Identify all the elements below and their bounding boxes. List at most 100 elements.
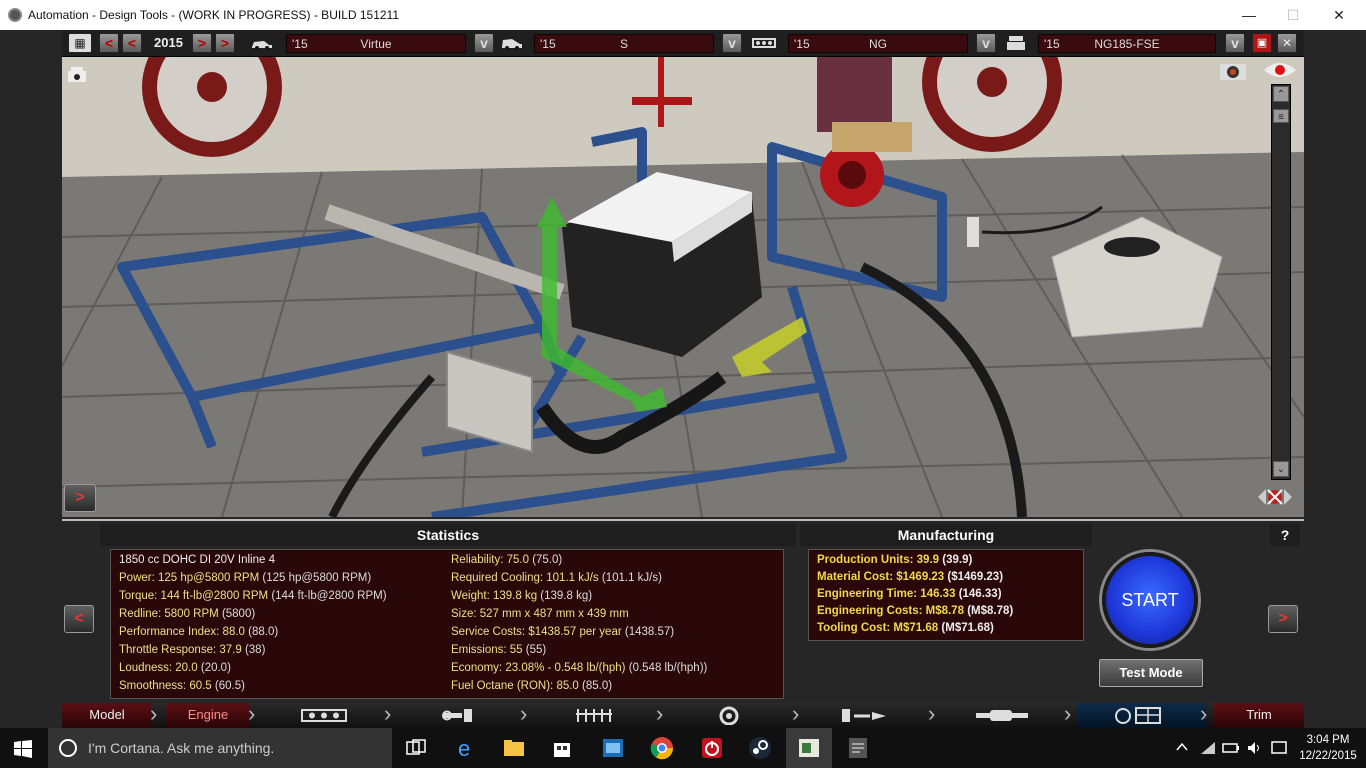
engine-description: 1850 cc DOHC DI 20V Inline 4 (119, 554, 275, 566)
tab-bottom-end-icon[interactable] (442, 707, 474, 724)
tray-expand-icon[interactable] (1176, 742, 1188, 752)
year-next-button[interactable]: > (192, 33, 212, 53)
maximize-button[interactable]: ☐ (1270, 0, 1316, 30)
scroll-down-icon[interactable]: ⌄ (1273, 461, 1289, 477)
reset-view-icon[interactable] (1256, 482, 1294, 512)
stat-row: Economy: 23.08% - 0.548 lb/(hph) (0.548 … (451, 662, 708, 674)
chevron-right-icon: › (1200, 701, 1208, 726)
stat-row: Size: 527 mm x 487 mm x 439 mm (451, 608, 629, 620)
minimize-button[interactable]: — (1226, 0, 1272, 30)
cortana-placeholder: I'm Cortana. Ask me anything. (88, 740, 275, 756)
tab-test-results[interactable] (1078, 703, 1206, 728)
expand-panel-button[interactable]: > (64, 484, 96, 512)
action-center-icon[interactable] (1270, 739, 1288, 757)
year-label: 2015 (154, 35, 183, 50)
tab-aspiration-icon[interactable] (716, 706, 742, 725)
volume-icon[interactable] (1246, 740, 1262, 756)
top-toolbar: ▦ < < 2015 > > '15 Virtue v '15 S v '15 NG … (62, 30, 1304, 57)
test-mode-button[interactable]: Test Mode (1099, 659, 1203, 687)
zoom-scrollbar[interactable]: ⌃ ≡ ⌄ (1271, 84, 1291, 480)
mfg-row: Tooling Cost: M$71.68 (M$71.68) (817, 622, 994, 634)
eye-view-icon[interactable] (1262, 60, 1298, 80)
year-next-fast-button[interactable]: > (215, 33, 235, 53)
steam-icon[interactable] (748, 736, 772, 760)
stat-row: Required Cooling: 101.1 kJ/s (101.1 kJ/s… (451, 572, 662, 584)
trim-field[interactable]: '15 S (534, 34, 714, 53)
engine-family-icon (752, 38, 776, 48)
window-title: Automation - Design Tools - (WORK IN PRO… (28, 8, 400, 22)
system-clock[interactable]: 3:04 PM 12/22/2015 (1295, 732, 1361, 764)
engine-variant-icon (1007, 36, 1025, 50)
prev-page-button[interactable]: < (64, 605, 94, 633)
stat-row: Smoothness: 60.5 (60.5) (119, 680, 245, 692)
clock-date: 12/22/2015 (1299, 750, 1357, 762)
trim-dropdown-button[interactable]: v (722, 33, 742, 53)
info-panel: Statistics Manufacturing ? < > 1850 cc D… (62, 519, 1304, 703)
windows-start-icon[interactable] (14, 740, 32, 758)
mfg-row: Engineering Time: 146.33 (146.33) (817, 588, 1002, 600)
3d-viewport[interactable]: > (62, 57, 1304, 517)
engine-variant-field[interactable]: '15 NG185-FSE (1038, 34, 1216, 53)
stat-row: Performance Index: 88.0 (88.0) (119, 626, 279, 638)
automation-game-icon[interactable] (797, 736, 821, 760)
model-dropdown-button[interactable]: v (474, 33, 494, 53)
chevron-right-icon: › (384, 701, 392, 726)
stat-row: Reliability: 75.0 (75.0) (451, 554, 563, 566)
windows-taskbar: I'm Cortana. Ask me anything. e 3:04 PM … (0, 728, 1366, 768)
next-page-button[interactable]: > (1268, 605, 1298, 633)
chevron-right-icon: › (656, 701, 664, 726)
camera-view-icon[interactable] (66, 63, 88, 85)
tab-top-end-icon[interactable] (574, 706, 614, 725)
year-prev-button[interactable]: < (99, 33, 119, 53)
close-window-button[interactable]: ✕ (1316, 0, 1362, 30)
chevron-right-icon: › (520, 701, 528, 726)
chevron-right-icon: › (1064, 701, 1072, 726)
close-icon[interactable]: ✕ (1277, 33, 1297, 53)
start-button[interactable]: START (1102, 552, 1198, 648)
wifi-icon[interactable] (1200, 740, 1216, 756)
stat-row: Service Costs: $1438.57 per year (1438.5… (451, 626, 675, 638)
cortana-search-box[interactable]: I'm Cortana. Ask me anything. (48, 728, 392, 768)
stat-row: Weight: 139.8 kg (139.8 kg) (451, 590, 593, 602)
engine-dropdown-button[interactable]: v (1225, 33, 1245, 53)
store-icon[interactable] (550, 736, 574, 760)
stat-row: Torque: 144 ft-lb@2800 RPM (144 ft-lb@28… (119, 590, 387, 602)
tab-exhaust-icon[interactable] (972, 708, 1032, 723)
manufacturing-title: Manufacturing (800, 524, 1092, 546)
notepad-icon[interactable] (846, 736, 870, 760)
year-prev-fast-button[interactable]: < (122, 33, 142, 53)
chevron-right-icon: › (248, 701, 256, 726)
tab-engine-block-icon[interactable] (300, 707, 348, 724)
designer-tabs: Model › Engine › › › › › › › › Trim (62, 703, 1304, 728)
screenshot-camera-icon[interactable] (1218, 59, 1248, 81)
tab-model[interactable]: Model (62, 703, 152, 728)
battery-icon[interactable] (1222, 740, 1240, 756)
tab-trim[interactable]: Trim (1214, 703, 1304, 728)
car-model-icon (252, 41, 272, 50)
power-app-icon[interactable] (700, 736, 724, 760)
app-window-icon[interactable] (601, 736, 625, 760)
app-icon (8, 8, 22, 22)
family-dropdown-button[interactable]: v (976, 33, 996, 53)
scroll-thumb[interactable]: ≡ (1273, 109, 1289, 123)
stat-row: Loudness: 20.0 (20.0) (119, 662, 231, 674)
scroll-up-icon[interactable]: ⌃ (1273, 86, 1289, 102)
model-field[interactable]: '15 Virtue (286, 34, 466, 53)
chrome-icon[interactable] (650, 736, 674, 760)
tab-engine[interactable]: Engine (166, 703, 250, 728)
statistics-title: Statistics (100, 524, 796, 546)
save-icon[interactable]: ▣ (1252, 33, 1272, 53)
engine-family-field[interactable]: '15 NG (788, 34, 968, 53)
tab-fuel-system-icon[interactable] (840, 707, 890, 724)
edge-browser-icon[interactable]: e (455, 736, 479, 760)
gauge-chart-icon (1115, 707, 1161, 724)
file-explorer-icon[interactable] (502, 736, 526, 760)
mfg-row: Production Units: 39.9 (39.9) (817, 554, 973, 566)
manufacturing-box: Production Units: 39.9 (39.9) Material C… (808, 549, 1084, 641)
task-view-icon[interactable] (404, 736, 428, 760)
stat-row: Fuel Octane (RON): 85.0 (85.0) (451, 680, 613, 692)
statistics-box: 1850 cc DOHC DI 20V Inline 4 Power: 125 … (110, 549, 784, 699)
calendar-icon[interactable]: ▦ (68, 33, 92, 53)
stat-row: Throttle Response: 37.9 (38) (119, 644, 266, 656)
help-button[interactable]: ? (1270, 524, 1300, 546)
